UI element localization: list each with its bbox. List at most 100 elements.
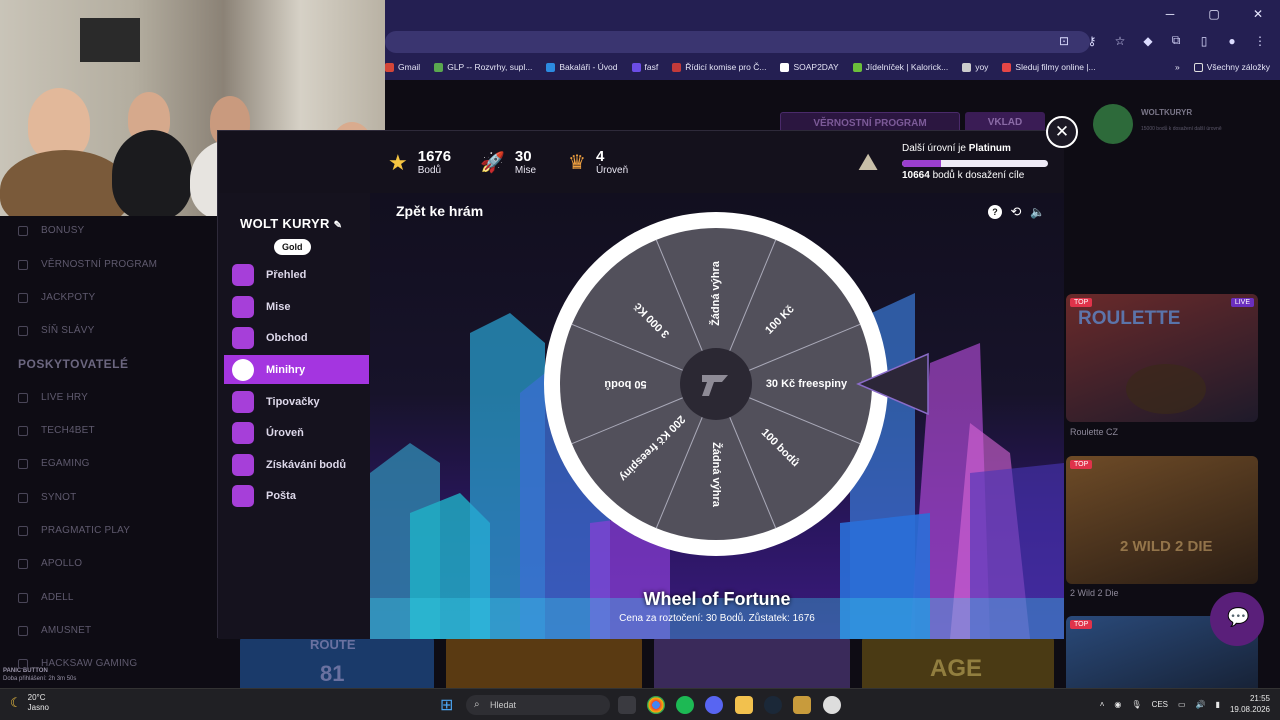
live-badge: LIVE bbox=[1230, 298, 1254, 307]
menu-item-icon bbox=[232, 295, 254, 318]
bookmark-item[interactable]: Bakaláři - Úvod bbox=[546, 62, 618, 72]
provider-item[interactable]: ADELL bbox=[18, 592, 74, 603]
game-title: Wheel of Fortune bbox=[643, 589, 791, 609]
display-icon[interactable]: ▭ bbox=[1178, 700, 1186, 709]
modal-header: ★ 1676 Bodů 🚀 30 Mise ♛ 4 Úroveň ⛰ Další úr… bbox=[218, 131, 1064, 193]
sidebar-item[interactable]: VĚRNOSTNÍ PROGRAM bbox=[18, 259, 157, 270]
chat-button[interactable]: 💬 bbox=[1210, 592, 1264, 646]
provider-item[interactable]: TECH4BET bbox=[18, 425, 95, 436]
sidebar-item[interactable]: BONUSY bbox=[18, 225, 84, 236]
bookmark-icon bbox=[1002, 62, 1012, 72]
address-bar[interactable] bbox=[385, 31, 1090, 53]
game-card-age[interactable]: AGE bbox=[862, 635, 1054, 695]
bookmark-label: yoy bbox=[975, 62, 989, 72]
spotify-icon[interactable] bbox=[676, 696, 694, 714]
bookmark-icon bbox=[385, 62, 394, 72]
bookmark-label: Sleduj filmy online |... bbox=[1015, 62, 1096, 72]
provider-item[interactable]: HACKSAW GAMING bbox=[18, 658, 137, 669]
start-icon[interactable]: ⊞ bbox=[440, 695, 453, 715]
edit-icon[interactable]: ✎ bbox=[334, 220, 343, 231]
provider-label: LIVE HRY bbox=[41, 392, 88, 403]
menu-item[interactable]: Mise bbox=[224, 292, 369, 321]
bookmark-item[interactable]: SOAP2DAY bbox=[780, 62, 839, 72]
provider-item[interactable]: PRAGMATIC PLAY bbox=[18, 525, 130, 536]
moon-icon: ☾ bbox=[10, 695, 22, 710]
provider-icon bbox=[18, 558, 28, 569]
app-icon[interactable] bbox=[823, 696, 841, 714]
bookmark-item[interactable]: Řídicí komise pro Č... bbox=[672, 62, 766, 72]
card-art-text: 81 bbox=[320, 661, 345, 686]
provider-icon bbox=[18, 625, 28, 636]
provider-icon bbox=[18, 392, 28, 403]
star-icon[interactable]: ☆ bbox=[1112, 34, 1128, 48]
menu-item[interactable]: Obchod bbox=[224, 323, 369, 352]
menu-item[interactable]: Pošta bbox=[224, 481, 369, 510]
menu-item[interactable]: Úroveň bbox=[224, 418, 369, 447]
menu-item[interactable]: Minihry bbox=[224, 355, 369, 384]
steam-icon[interactable] bbox=[764, 696, 782, 714]
taskbar-search[interactable]: ⌕ Hledat bbox=[466, 695, 610, 715]
providers-heading[interactable]: POSKYTOVATELÉ bbox=[18, 357, 129, 371]
folder-icon bbox=[1193, 62, 1203, 72]
network-icon[interactable]: ◉ bbox=[1114, 700, 1121, 709]
install-icon[interactable]: ⊡ bbox=[1056, 34, 1072, 48]
league-icon[interactable] bbox=[793, 696, 811, 714]
bookmark-item[interactable]: yoy bbox=[962, 62, 988, 72]
provider-item[interactable]: AMUSNET bbox=[18, 625, 91, 636]
sidebar-item[interactable]: JACKPOTY bbox=[18, 292, 95, 303]
clock[interactable]: 21:55 19.08.2026 bbox=[1230, 693, 1270, 715]
bookmark-item[interactable]: Jídelníček | Kalorick... bbox=[852, 62, 948, 72]
maximize-button[interactable]: ▢ bbox=[1192, 0, 1236, 28]
menu-item[interactable]: Přehled bbox=[224, 260, 369, 289]
volume-icon[interactable]: 🔊 bbox=[1196, 700, 1206, 709]
minimize-button[interactable]: ─ bbox=[1148, 0, 1192, 28]
all-bookmarks-button[interactable]: Všechny záložky bbox=[1193, 62, 1270, 72]
puzzle-icon[interactable]: ⧉ bbox=[1168, 33, 1184, 48]
extension-icon[interactable]: ◆ bbox=[1140, 34, 1156, 48]
menu-item[interactable]: Získávání bodů bbox=[224, 450, 369, 479]
bookmark-item[interactable]: GLP -- Rozvrhy, supl... bbox=[434, 62, 532, 72]
menu-item[interactable]: Tipovačky bbox=[224, 387, 369, 416]
wheel-of-fortune[interactable]: Žádná výhra 100 Kč30 Kč freespiny100 bodů… bbox=[370, 193, 1064, 639]
discord-icon[interactable] bbox=[705, 696, 723, 714]
battery-icon[interactable]: ▮ bbox=[1216, 700, 1220, 709]
bookmark-item[interactable]: fasf bbox=[631, 62, 658, 72]
panic-button[interactable]: PANIC BUTTON Doba přihlášení: 2h 3m 50s bbox=[3, 667, 76, 683]
game-card[interactable] bbox=[654, 635, 850, 695]
provider-item[interactable]: APOLLO bbox=[18, 558, 82, 569]
game-card-roulette[interactable]: TOP LIVE ROULETTE bbox=[1066, 294, 1258, 422]
menu-item-label: Úroveň bbox=[266, 426, 304, 439]
folder-icon[interactable] bbox=[735, 696, 753, 714]
close-modal-button[interactable]: ✕ bbox=[1046, 116, 1078, 148]
sidebar-item-label: SÍŇ SLÁVY bbox=[41, 325, 95, 336]
bookmarks-overflow-button[interactable]: » bbox=[1175, 62, 1180, 72]
profile-icon[interactable]: ● bbox=[1224, 34, 1240, 48]
wheel-game-area: Zpět ke hrám ? ⟲ 🔈 Žádná výhra 100 Kč 30 K… bbox=[370, 193, 1064, 639]
provider-item[interactable]: LIVE HRY bbox=[18, 392, 88, 403]
bookmark-item[interactable]: Gmail bbox=[385, 62, 420, 72]
game-card[interactable] bbox=[446, 635, 642, 695]
language-indicator[interactable]: CES bbox=[1152, 700, 1168, 709]
menu-item-icon bbox=[232, 484, 254, 507]
game-card-route81[interactable]: ROUTE 81 bbox=[240, 635, 434, 695]
chrome-icon[interactable] bbox=[647, 696, 665, 714]
mic-icon[interactable]: 🎙 bbox=[1131, 700, 1141, 709]
task-view-icon[interactable] bbox=[618, 696, 636, 714]
missions-label: Mise bbox=[514, 165, 537, 176]
chevron-up-icon[interactable]: ˄ bbox=[1100, 700, 1105, 709]
close-window-button[interactable]: ✕ bbox=[1236, 0, 1280, 28]
provider-label: HACKSAW GAMING bbox=[41, 658, 138, 669]
key-icon[interactable]: ⚷ bbox=[1084, 34, 1100, 48]
menu-icon[interactable]: ⋮ bbox=[1252, 34, 1268, 48]
weather-widget[interactable]: ☾ 20°C Jasno bbox=[10, 693, 49, 713]
bookmark-item[interactable]: Sleduj filmy online |... bbox=[1002, 62, 1096, 72]
provider-item[interactable]: EGAMING bbox=[18, 458, 90, 469]
avatar[interactable] bbox=[1093, 104, 1133, 144]
provider-item[interactable]: SYNOT bbox=[18, 492, 76, 503]
user-progress-text: 15000 bodů k dosažení další úrovně bbox=[1141, 126, 1222, 132]
sidepanel-icon[interactable]: ▯ bbox=[1196, 34, 1212, 48]
sidebar-item[interactable]: SÍŇ SLÁVY bbox=[18, 325, 95, 336]
bookmarks-bar: Gmail GLP -- Rozvrhy, supl... Bakaláři - Ú… bbox=[385, 57, 1280, 77]
menu-item-icon bbox=[232, 453, 254, 476]
game-card-2wild2die[interactable]: TOP 2 WILD 2 DIE bbox=[1066, 456, 1258, 584]
